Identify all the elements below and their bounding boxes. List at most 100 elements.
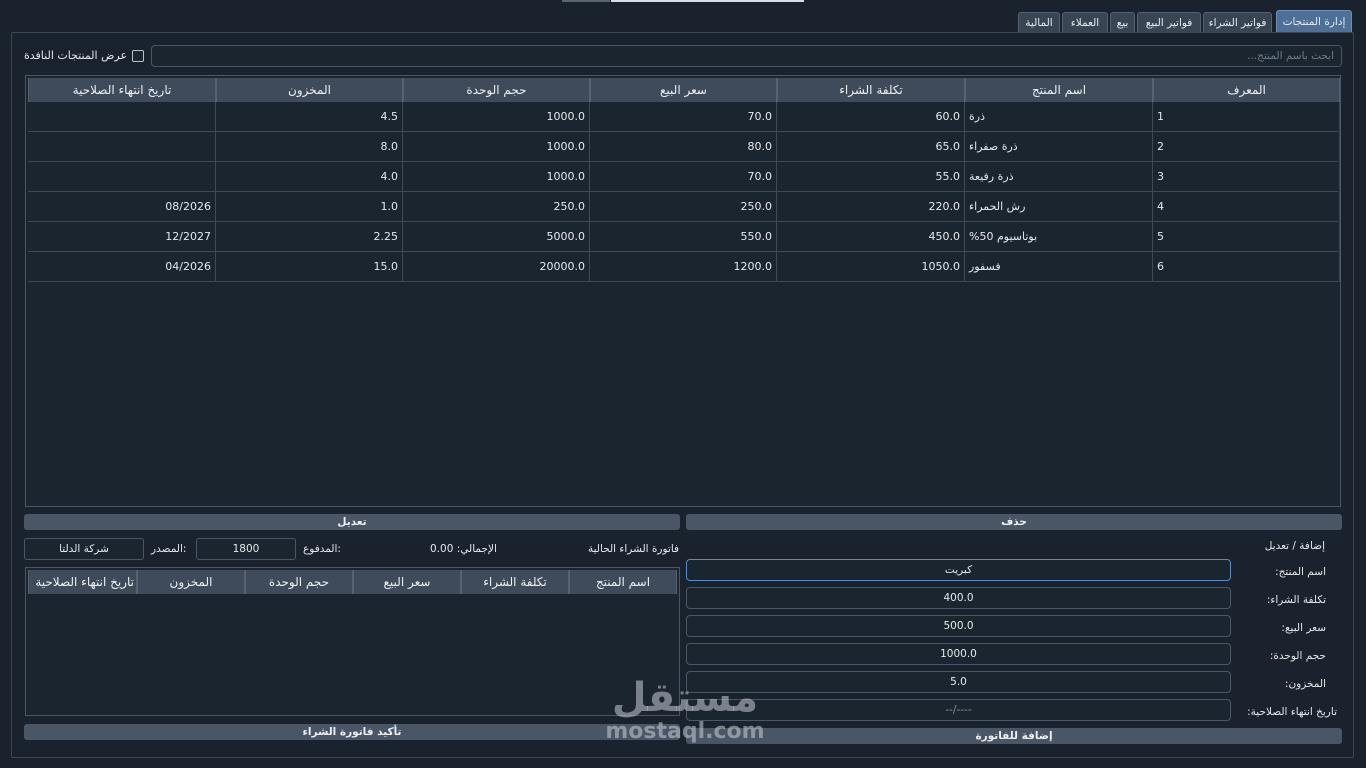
- invoice-total: الإجمالي: 0.00: [430, 543, 497, 555]
- top-scroll-remnant-light: [611, 0, 804, 2]
- cell-name: ذرة: [965, 102, 1153, 132]
- cell-stock: 8.0: [216, 132, 403, 162]
- sale-price-input[interactable]: 500.0: [686, 615, 1231, 637]
- inv-col-header-name[interactable]: اسم المنتج: [569, 570, 677, 594]
- tab-sell[interactable]: بيع: [1110, 12, 1135, 32]
- cell-cost: 220.0: [777, 192, 965, 222]
- invoice-items-table[interactable]: اسم المنتج تكلفة الشراء سعر البيع حجم ال…: [25, 567, 680, 716]
- paid-label: المدفوع:: [303, 543, 341, 555]
- invoice-title: فاتورة الشراء الحالية: [588, 543, 680, 555]
- table-row[interactable]: 3 ذرة رفيعة 55.0 70.0 1000.0 4.0: [28, 162, 1340, 192]
- inv-col-header-expiry[interactable]: تاريخ انتهاء الصلاحية: [28, 570, 137, 594]
- mostaql-watermark: مستقل mostaql.com: [600, 676, 770, 756]
- search-input[interactable]: ابحث باسم المنتج...: [151, 45, 1342, 67]
- inv-col-header-unit[interactable]: حجم الوحدة: [245, 570, 353, 594]
- cell-expiry: [28, 102, 216, 132]
- edit-button[interactable]: تعديل: [24, 514, 680, 530]
- form-title: إضافة / تعديل: [1264, 540, 1325, 552]
- cell-unit: 1000.0: [403, 102, 590, 132]
- product-name-label: اسم المنتج:: [1275, 566, 1326, 578]
- unit-size-input[interactable]: 1000.0: [686, 643, 1231, 665]
- col-header-cost[interactable]: تكلفة الشراء: [777, 78, 965, 102]
- products-table[interactable]: المعرف اسم المنتج تكلفة الشراء سعر البيع…: [25, 75, 1341, 507]
- cell-name: ذرة رفيعة: [965, 162, 1153, 192]
- col-header-unit[interactable]: حجم الوحدة: [403, 78, 590, 102]
- cell-expiry: [28, 132, 216, 162]
- col-header-name[interactable]: اسم المنتج: [965, 78, 1153, 102]
- products-table-header: المعرف اسم المنتج تكلفة الشراء سعر البيع…: [28, 78, 1340, 102]
- cell-id: 5: [1153, 222, 1340, 252]
- cell-unit: 250.0: [403, 192, 590, 222]
- table-row[interactable]: 5 بوتاسيوم 50% 450.0 550.0 5000.0 2.25 12/2027: [28, 222, 1340, 252]
- purchase-cost-input[interactable]: 400.0: [686, 587, 1231, 609]
- cell-cost: 60.0: [777, 102, 965, 132]
- cell-expiry: [28, 162, 216, 192]
- cell-unit: 1000.0: [403, 132, 590, 162]
- add-to-invoice-button[interactable]: إضافة للفاتورة: [686, 728, 1342, 744]
- cell-price: 1200.0: [590, 252, 777, 282]
- expiry-date-label: تاريخ انتهاء الصلاحية:: [1247, 706, 1337, 718]
- cell-name: بوتاسيوم 50%: [965, 222, 1153, 252]
- cell-cost: 55.0: [777, 162, 965, 192]
- cell-price: 550.0: [590, 222, 777, 252]
- cell-price: 70.0: [590, 162, 777, 192]
- cell-name: رش الحمراء: [965, 192, 1153, 222]
- tab-finance[interactable]: المالية: [1018, 12, 1060, 32]
- cell-stock: 1.0: [216, 192, 403, 222]
- cell-id: 6: [1153, 252, 1340, 282]
- tab-sales-invoices[interactable]: فواتير البيع: [1137, 12, 1201, 32]
- table-row[interactable]: 4 رش الحمراء 220.0 250.0 250.0 1.0 08/2026: [28, 192, 1340, 222]
- cell-id: 4: [1153, 192, 1340, 222]
- cell-unit: 1000.0: [403, 162, 590, 192]
- cell-expiry: 12/2027: [28, 222, 216, 252]
- watermark-arabic: مستقل: [611, 675, 759, 721]
- cell-id: 3: [1153, 162, 1340, 192]
- cell-name: ذرة صفراء: [965, 132, 1153, 162]
- product-name-input[interactable]: كبريت: [686, 559, 1231, 581]
- paid-input[interactable]: 1800: [196, 538, 296, 560]
- cell-id: 1: [1153, 102, 1340, 132]
- col-header-expiry[interactable]: تاريخ انتهاء الصلاحية: [28, 78, 216, 102]
- col-header-stock[interactable]: المخزون: [216, 78, 403, 102]
- show-out-of-stock-checkbox[interactable]: [132, 50, 144, 62]
- show-out-of-stock-label: عرض المنتجات النافدة: [24, 49, 128, 62]
- cell-stock: 4.0: [216, 162, 403, 192]
- cell-unit: 5000.0: [403, 222, 590, 252]
- cell-unit: 20000.0: [403, 252, 590, 282]
- confirm-purchase-invoice-button[interactable]: تأكيد فاتورة الشراء: [24, 724, 680, 740]
- cell-stock: 4.5: [216, 102, 403, 132]
- purchase-cost-label: تكلفة الشراء:: [1266, 594, 1326, 606]
- delete-button[interactable]: حذف: [686, 514, 1342, 530]
- cell-expiry: 08/2026: [28, 192, 216, 222]
- cell-price: 80.0: [590, 132, 777, 162]
- col-header-id[interactable]: المعرف: [1153, 78, 1340, 102]
- table-row[interactable]: 1 ذرة 60.0 70.0 1000.0 4.5: [28, 102, 1340, 132]
- tab-customers[interactable]: العملاء: [1062, 12, 1108, 32]
- inv-col-header-price[interactable]: سعر البيع: [353, 570, 461, 594]
- cell-price: 70.0: [590, 102, 777, 132]
- unit-size-label: حجم الوحدة:: [1269, 650, 1326, 662]
- table-row[interactable]: 2 ذرة صفراء 65.0 80.0 1000.0 8.0: [28, 132, 1340, 162]
- cell-stock: 2.25: [216, 222, 403, 252]
- top-scroll-remnant: [562, 0, 610, 2]
- inv-col-header-cost[interactable]: تكلفة الشراء: [461, 570, 569, 594]
- source-label: المصدر:: [151, 543, 187, 555]
- tab-purchase-invoices[interactable]: فواتير الشراء: [1203, 12, 1272, 32]
- product-name-value: كبريت: [944, 564, 973, 576]
- cell-expiry: 04/2026: [28, 252, 216, 282]
- cell-stock: 15.0: [216, 252, 403, 282]
- stock-label: المخزون:: [1284, 678, 1326, 690]
- table-row[interactable]: 6 فسفور 1050.0 1200.0 20000.0 15.0 04/2026: [28, 252, 1340, 282]
- cell-cost: 65.0: [777, 132, 965, 162]
- cell-cost: 1050.0: [777, 252, 965, 282]
- sale-price-label: سعر البيع:: [1281, 622, 1326, 634]
- cell-cost: 450.0: [777, 222, 965, 252]
- cell-id: 2: [1153, 132, 1340, 162]
- cell-price: 250.0: [590, 192, 777, 222]
- cell-name: فسفور: [965, 252, 1153, 282]
- watermark-latin: mostaql.com: [605, 719, 765, 744]
- source-input[interactable]: شركة الدلتا: [24, 538, 144, 560]
- inv-col-header-stock[interactable]: المخزون: [137, 570, 245, 594]
- tab-products[interactable]: إدارة المنتجات: [1276, 10, 1352, 32]
- col-header-price[interactable]: سعر البيع: [590, 78, 777, 102]
